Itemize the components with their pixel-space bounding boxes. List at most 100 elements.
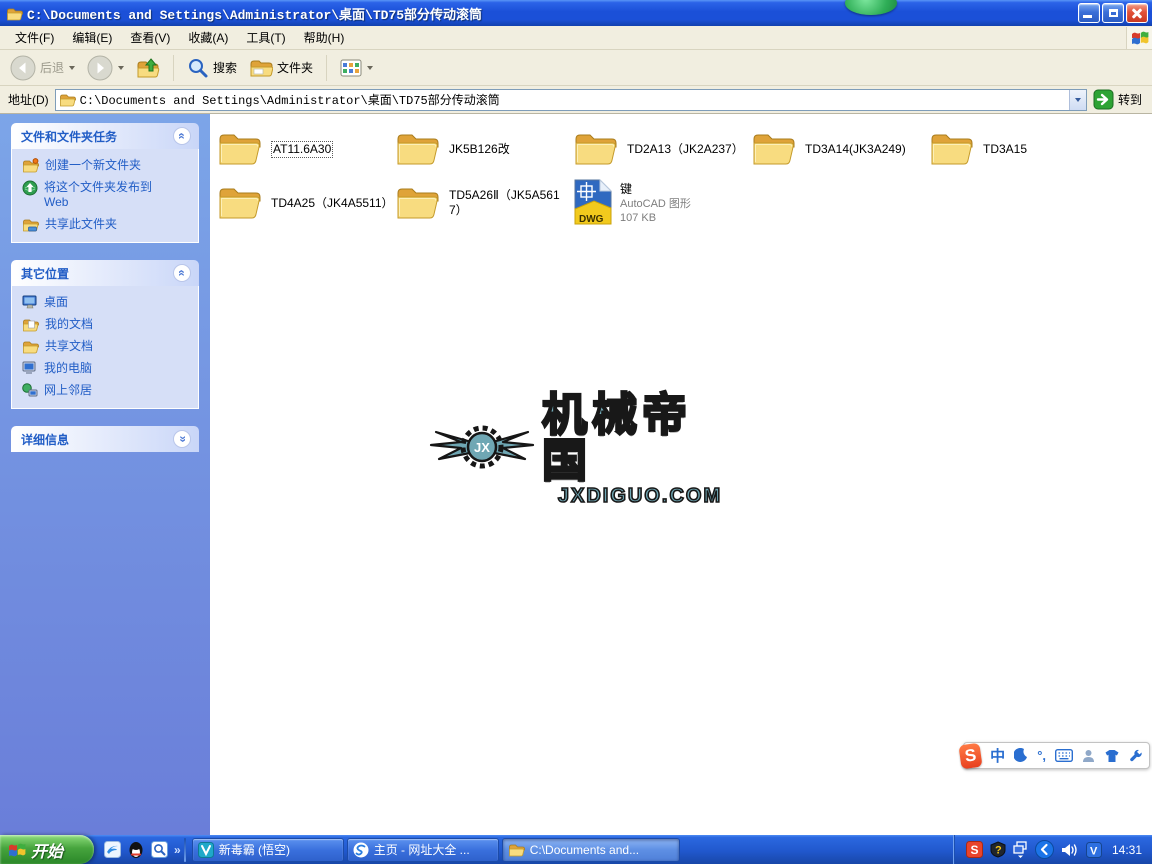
sidebar-item[interactable]: 网上邻居 <box>22 383 190 398</box>
close-button[interactable] <box>1126 3 1148 23</box>
go-label: 转到 <box>1117 93 1142 107</box>
menu-item[interactable]: 查看(V) <box>121 26 179 49</box>
file-list-area[interactable]: AT11.6A30 JK5B126改 TD2A13（JK2A237） TD3A14(J… <box>210 114 1152 835</box>
help-icon[interactable]: ? <box>990 841 1006 858</box>
back-label: 后退 <box>40 61 65 75</box>
pane-title: 详细信息 <box>21 432 70 447</box>
back-circle-icon[interactable] <box>1034 840 1054 859</box>
sidebar-item[interactable]: 创建一个新文件夹 <box>22 158 190 173</box>
folder-icon <box>930 129 975 169</box>
file-tile[interactable]: TD2A13（JK2A237） <box>572 122 750 176</box>
wrench-icon[interactable] <box>1129 749 1143 763</box>
chevron-up-icon[interactable]: « <box>173 264 191 282</box>
menu-item[interactable]: 帮助(H) <box>295 26 354 49</box>
file-tile[interactable]: TD4A25（JK4A5511） <box>216 176 394 230</box>
watermark-logo-icon: JX <box>428 414 536 485</box>
folder-icon <box>218 129 263 169</box>
quick-launch-chevron[interactable]: » <box>174 843 181 857</box>
minimize-icon <box>1083 15 1092 18</box>
restore-icon <box>1109 9 1118 17</box>
menu-item[interactable]: 收藏(A) <box>179 26 237 49</box>
file-name: AT11.6A30 <box>271 140 334 158</box>
sogou-browser-icon[interactable] <box>104 841 121 858</box>
taskbar-task-button[interactable]: C:\Documents and... <box>501 837 680 862</box>
sidebar-item[interactable]: 我的文档 <box>22 317 190 332</box>
qq-icon[interactable] <box>128 841 144 859</box>
folders-button[interactable]: 文件夹 <box>245 56 317 80</box>
small-folder-icon <box>508 842 525 857</box>
menu-item[interactable]: 工具(T) <box>237 26 294 49</box>
start-label: 开始 <box>31 843 64 861</box>
taskbar-task-button[interactable]: 新毒霸 (悟空) <box>191 837 344 862</box>
sidebar-item[interactable]: 我的电脑 <box>22 361 190 376</box>
pane-header-other-places[interactable]: 其它位置 « <box>11 260 199 286</box>
file-name: 键 <box>620 181 633 196</box>
minimize-button[interactable] <box>1078 3 1100 23</box>
back-dropdown-icon[interactable] <box>69 65 76 70</box>
punctuation-icon[interactable]: °, <box>1037 748 1046 763</box>
file-name: TD3A15 <box>983 141 1028 156</box>
watermark-url: JXDIGUO.COM <box>557 484 723 508</box>
sogou-ime-logo[interactable]: S <box>958 742 983 769</box>
chevron-up-icon[interactable]: « <box>173 127 191 145</box>
file-name: TD2A13（JK2A237） <box>627 141 744 156</box>
window-switch-icon[interactable] <box>1013 841 1028 858</box>
sidebar-item[interactable]: 共享此文件夹 <box>22 217 190 232</box>
up-button[interactable] <box>132 55 164 81</box>
windows-logo-icon <box>1126 26 1152 49</box>
file-tile[interactable]: TD3A14(JK3A249) <box>750 122 928 176</box>
back-button[interactable]: 后退 <box>6 53 79 83</box>
task-pane-details: 详细信息 « <box>11 426 199 452</box>
pane-body: 创建一个新文件夹将这个文件夹发布到 Web 共享此文件夹 <box>11 149 199 243</box>
address-path: C:\Documents and Settings\Administrator\… <box>79 94 500 108</box>
window-folder-icon <box>6 6 23 21</box>
keyboard-icon[interactable] <box>1055 749 1073 762</box>
go-button[interactable]: 转到 <box>1093 89 1148 110</box>
search-button[interactable]: 搜索 <box>183 55 241 81</box>
restore-button[interactable] <box>1102 3 1124 23</box>
skin-icon[interactable] <box>1104 749 1120 763</box>
menu-item[interactable]: 文件(F) <box>6 26 63 49</box>
sidebar-item[interactable]: 共享文档 <box>22 339 190 354</box>
sogou-s-icon[interactable]: S <box>965 841 983 858</box>
taskbar-task-button[interactable]: 主页 - 网址大全 ... <box>346 837 499 862</box>
go-arrow-icon <box>1093 89 1114 110</box>
forward-icon <box>87 55 113 81</box>
v-check-icon[interactable]: V <box>1085 841 1102 858</box>
pane-header-details[interactable]: 详细信息 « <box>11 426 199 452</box>
forward-dropdown-icon[interactable] <box>118 65 125 70</box>
svg-text:V: V <box>1090 845 1098 857</box>
person-icon[interactable] <box>1082 749 1095 763</box>
folder-icon <box>218 183 263 223</box>
start-button[interactable]: 开始 <box>0 835 94 864</box>
views-button[interactable] <box>336 57 377 79</box>
sidebar-item[interactable]: 将这个文件夹发布到 Web <box>22 180 190 210</box>
chevron-down-icon <box>1075 97 1082 102</box>
volume-icon[interactable] <box>1061 842 1079 858</box>
menu-item[interactable]: 编辑(E) <box>63 26 121 49</box>
forward-button[interactable] <box>83 53 128 83</box>
address-folder-icon <box>59 92 76 107</box>
folder-icon <box>396 129 441 169</box>
file-tile[interactable]: TD3A15 <box>928 122 1106 176</box>
sidebar-item-label: 桌面 <box>44 295 69 309</box>
sidebar-item[interactable]: 桌面 <box>22 295 190 310</box>
file-tile[interactable]: DWG 键 AutoCAD 图形 107 KB <box>572 176 750 230</box>
window-title: C:\Documents and Settings\Administrator\… <box>27 7 483 23</box>
quick-search-icon[interactable] <box>151 841 168 858</box>
pane-header-file-tasks[interactable]: 文件和文件夹任务 « <box>11 123 199 149</box>
ime-mode-chinese[interactable]: 中 <box>990 745 1005 766</box>
file-tile[interactable]: JK5B126改 <box>394 122 572 176</box>
shared-documents-icon <box>22 339 39 354</box>
publish-web-icon <box>22 180 38 196</box>
file-tile[interactable]: TD5A26Ⅱ（JK5A5617） <box>394 176 572 230</box>
chevron-down-icon[interactable]: « <box>173 430 191 448</box>
sidebar-item-label: 我的电脑 <box>44 361 93 375</box>
file-tile[interactable]: AT11.6A30 <box>216 122 394 176</box>
moon-icon[interactable] <box>1014 748 1028 763</box>
address-dropdown-button[interactable] <box>1068 89 1086 110</box>
watermark-title: 机械帝国 <box>541 389 693 486</box>
svg-text:JX: JX <box>474 440 490 455</box>
address-input[interactable]: C:\Documents and Settings\Administrator\… <box>54 88 1087 111</box>
views-dropdown-icon[interactable] <box>367 65 374 70</box>
